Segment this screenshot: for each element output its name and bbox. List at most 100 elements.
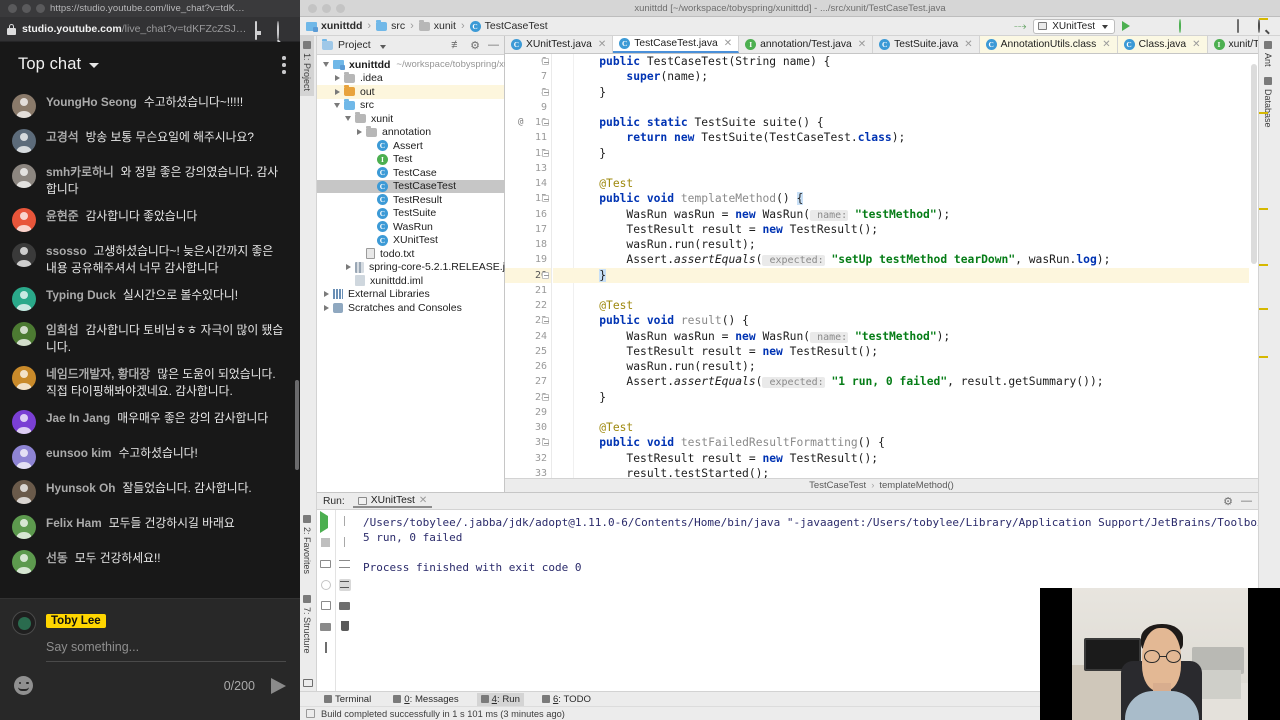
code-line[interactable] — [572, 161, 1258, 176]
tree-node[interactable]: External Libraries — [317, 288, 504, 302]
close-icon[interactable]: ✕ — [598, 39, 606, 50]
hide-icon[interactable]: — — [488, 39, 499, 51]
tree-node[interactable]: C WasRun — [317, 220, 504, 234]
chat-message-author[interactable]: Typing Duck — [46, 288, 116, 302]
tree-node[interactable]: C TestResult — [317, 193, 504, 207]
code-line[interactable] — [572, 283, 1258, 298]
tree-node[interactable]: xunit — [317, 112, 504, 126]
code-line[interactable]: TestResult result = new TestResult(); — [572, 344, 1258, 359]
code-line[interactable]: Assert.assertEquals( expected: "setUp te… — [572, 252, 1258, 267]
chevron-down-icon[interactable] — [343, 116, 353, 122]
breadcrumb-method[interactable]: templateMethod() — [879, 480, 953, 491]
chat-message-author[interactable]: Felix Ham — [46, 516, 102, 530]
editor-tab[interactable]: C AnnotationUtils.class ✕ — [979, 36, 1118, 53]
code-line[interactable] — [572, 405, 1258, 420]
chevron-down-icon[interactable] — [1102, 25, 1108, 29]
tree-node[interactable]: todo.txt — [317, 247, 504, 261]
more-options-icon[interactable] — [282, 56, 286, 77]
chevron-down-icon[interactable] — [332, 102, 342, 108]
tree-node[interactable]: C TestSuite — [317, 207, 504, 221]
collapse-all-icon[interactable]: ≢ — [451, 39, 462, 51]
code-line[interactable]: public TestCaseTest(String name) { — [572, 54, 1258, 69]
chevron-down-icon[interactable] — [379, 44, 386, 49]
profiler-icon[interactable] — [1177, 18, 1190, 33]
avatar[interactable] — [12, 550, 36, 574]
editor-code-area[interactable]: public TestCaseTest(String name) { super… — [553, 54, 1258, 478]
run-toolbar[interactable] — [317, 510, 353, 691]
run-icon[interactable] — [1122, 21, 1130, 31]
chevron-right-icon[interactable] — [321, 291, 331, 298]
avatar[interactable] — [12, 445, 36, 469]
chat-message-author[interactable]: 윤현준 — [46, 209, 79, 223]
clear-all-icon[interactable] — [339, 621, 351, 633]
code-line[interactable]: WasRun wasRun = new WasRun( name: "testM… — [572, 329, 1258, 344]
code-editor[interactable]: 6789101112131415161718192021222324252627… — [505, 54, 1258, 478]
fold-marker[interactable] — [542, 317, 549, 325]
thread-dump-icon[interactable] — [320, 579, 332, 591]
fold-marker[interactable] — [542, 88, 549, 96]
avatar[interactable] — [12, 515, 36, 539]
code-line[interactable]: } — [572, 390, 1258, 405]
code-line[interactable]: return new TestSuite(TestCaseTest.class)… — [572, 130, 1258, 145]
chat-message-author[interactable]: smh카로하니 — [46, 165, 114, 179]
tree-node[interactable]: .idea — [317, 71, 504, 86]
sidebar-item-project[interactable]: 1: Project — [300, 36, 314, 97]
chevron-right-icon[interactable] — [332, 75, 342, 82]
debug-icon[interactable] — [1137, 20, 1150, 33]
bottom-tab[interactable]: 0: Messages — [389, 693, 462, 706]
avatar[interactable] — [12, 208, 36, 232]
cast-icon[interactable] — [255, 21, 271, 40]
run-tab-xunittest[interactable]: XUnitTest ✕ — [352, 494, 433, 508]
fold-marker[interactable] — [542, 439, 549, 447]
code-line[interactable]: } — [572, 146, 1258, 161]
screenshot-icon[interactable] — [320, 558, 332, 570]
tree-node[interactable]: spring-core-5.2.1.RELEASE.jar — [317, 261, 514, 275]
tree-node[interactable]: C TestCaseTest — [317, 179, 504, 193]
code-line[interactable]: Assert.assertEquals( expected: "1 run, 0… — [572, 374, 1258, 389]
breadcrumb-item-src[interactable]: src — [362, 19, 405, 32]
chat-message-author[interactable]: 네임드개발자, 황대장 — [46, 367, 150, 381]
stop-icon[interactable] — [1197, 20, 1210, 33]
avatar[interactable] — [12, 322, 36, 346]
code-line[interactable]: @Test — [572, 420, 1258, 435]
terminal-icon[interactable] — [1237, 18, 1250, 33]
chevron-right-icon[interactable] — [321, 304, 331, 311]
soft-wrap-icon[interactable] — [338, 558, 351, 570]
chevron-right-icon[interactable] — [332, 88, 342, 95]
emoji-icon[interactable] — [14, 676, 33, 695]
run-with-coverage-icon[interactable] — [1157, 20, 1170, 33]
breadcrumb-item-class[interactable]: C TestCaseTest — [456, 20, 548, 32]
breadcrumb-class[interactable]: TestCaseTest — [809, 480, 866, 491]
chat-message-author[interactable]: ssosso — [46, 244, 87, 258]
editor-scrollbar[interactable] — [1249, 54, 1258, 478]
avatar[interactable] — [12, 129, 36, 153]
gear-icon[interactable]: ⚙ — [470, 39, 480, 52]
code-line[interactable]: } — [572, 85, 1258, 100]
send-icon[interactable] — [271, 677, 286, 694]
fold-marker[interactable] — [542, 195, 549, 203]
tree-node[interactable]: I Test — [317, 153, 504, 167]
chat-message-author[interactable]: 임희섭 — [46, 323, 79, 337]
tree-node[interactable]: xunittdd.iml — [317, 274, 504, 288]
code-line[interactable]: wasRun.run(result); — [572, 359, 1258, 374]
close-icon[interactable]: ✕ — [858, 39, 866, 50]
editor-tab[interactable]: Iannotation/Test.java ✕ — [739, 36, 874, 53]
close-icon[interactable]: ✕ — [1102, 39, 1110, 50]
minimize-icon[interactable]: — — [1241, 495, 1252, 507]
run-configuration-selector[interactable]: XUnitTest — [1033, 18, 1115, 34]
chat-message-author[interactable]: 선동 — [46, 551, 68, 565]
chat-message-author[interactable]: eunsoo kim — [46, 446, 112, 460]
code-line[interactable]: TestResult result = new TestResult(); — [572, 451, 1258, 466]
tree-node[interactable]: out — [317, 85, 504, 99]
code-line[interactable]: wasRun.run(result); — [572, 237, 1258, 252]
avatar[interactable] — [12, 243, 36, 267]
code-line[interactable]: WasRun wasRun = new WasRun( name: "testM… — [572, 207, 1258, 222]
chat-scrollbar-thumb[interactable] — [295, 380, 299, 470]
fold-marker[interactable] — [542, 271, 549, 279]
close-icon[interactable]: ✕ — [724, 38, 732, 49]
tree-node[interactable]: src — [317, 98, 504, 113]
tree-node[interactable]: C XUnitTest — [317, 234, 504, 248]
bottom-tab[interactable]: 4: Run — [476, 692, 524, 706]
tree-node[interactable]: annotation — [317, 125, 504, 140]
code-line[interactable]: TestResult result = new TestResult(); — [572, 222, 1258, 237]
